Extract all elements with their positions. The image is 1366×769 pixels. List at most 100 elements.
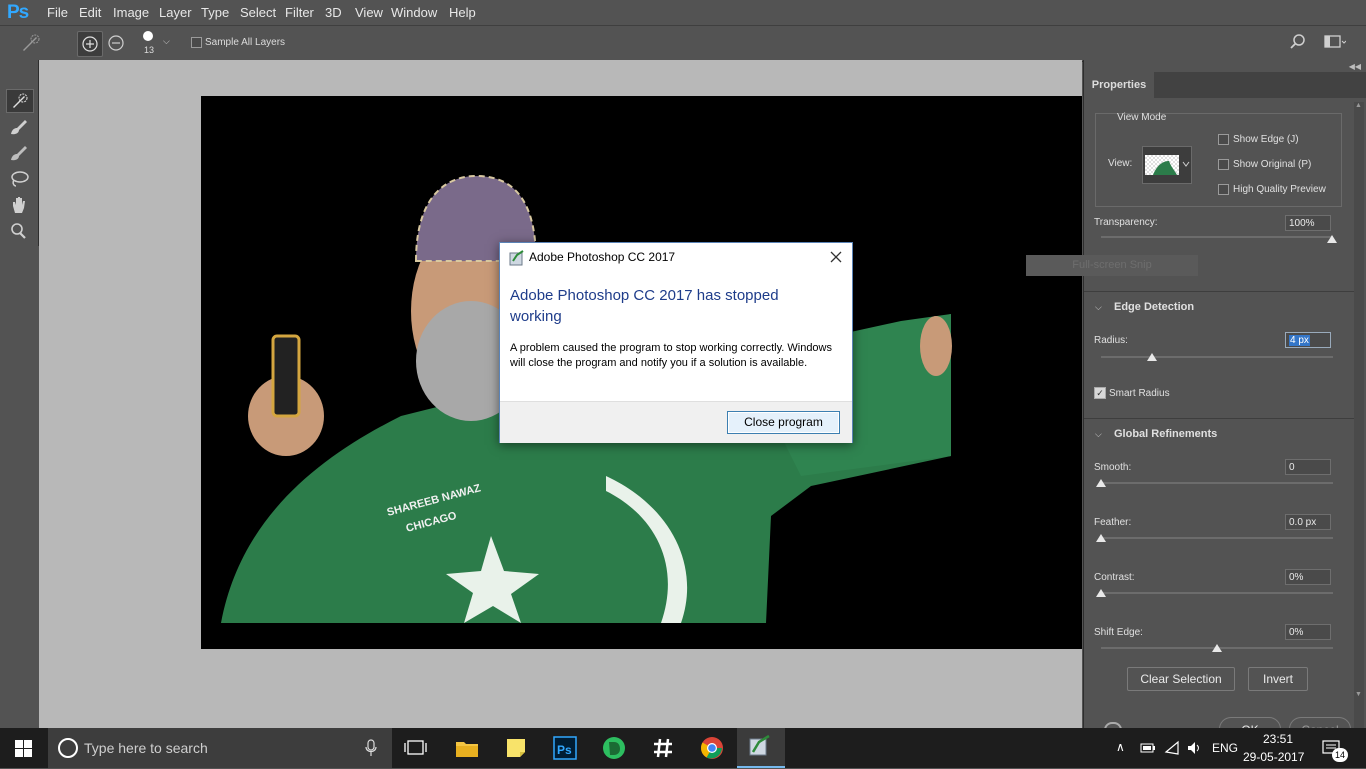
feather-slider-track[interactable]: [1101, 537, 1333, 539]
dialog-title: Adobe Photoshop CC 2017: [529, 250, 676, 264]
svg-text:Ps: Ps: [557, 743, 572, 757]
menu-select[interactable]: Select: [240, 5, 276, 20]
global-refinements-title: Global Refinements: [1114, 428, 1218, 440]
cortana-icon: [58, 738, 78, 758]
menu-layer[interactable]: Layer: [159, 5, 192, 20]
view-mode-dropdown[interactable]: [1142, 146, 1192, 184]
smooth-slider-track[interactable]: [1101, 482, 1333, 484]
menu-type[interactable]: Type: [201, 5, 229, 20]
smooth-slider-thumb[interactable]: [1096, 479, 1106, 487]
menu-image[interactable]: Image: [113, 5, 149, 20]
menu-window[interactable]: Window: [391, 5, 437, 20]
photoshop-logo: Ps: [7, 2, 29, 23]
windows-start-icon[interactable]: [15, 740, 33, 761]
smooth-label: Smooth:: [1094, 462, 1132, 473]
search-icon[interactable]: [1289, 33, 1307, 54]
language-indicator[interactable]: ENG: [1212, 741, 1238, 755]
file-explorer-icon[interactable]: [453, 734, 481, 762]
transparency-slider-track[interactable]: [1101, 236, 1333, 238]
evernote-icon[interactable]: [600, 734, 628, 762]
refine-edge-brush-icon[interactable]: [6, 116, 32, 138]
notification-badge: 14: [1332, 748, 1348, 762]
sample-all-layers-checkbox[interactable]: [191, 37, 202, 48]
chevron-down-icon[interactable]: ⌵: [1095, 429, 1102, 440]
brush-tip-icon[interactable]: [143, 31, 153, 41]
collapse-panel-icon[interactable]: ◀◀: [1349, 62, 1361, 71]
close-program-button[interactable]: Close program: [727, 411, 840, 434]
brush-tool-icon[interactable]: [6, 142, 32, 164]
clock-date[interactable]: 29-05-2017: [1243, 750, 1304, 764]
menu-help[interactable]: Help: [449, 5, 476, 20]
task-view-icon[interactable]: [404, 739, 428, 760]
menu-view[interactable]: View: [355, 5, 383, 20]
show-original-checkbox[interactable]: [1218, 159, 1229, 170]
panel-scrollbar[interactable]: ▲ ▼: [1354, 102, 1364, 728]
error-dialog: Adobe Photoshop CC 2017 Adobe Photoshop …: [499, 242, 853, 443]
menu-edit[interactable]: Edit: [79, 5, 101, 20]
menu-filter[interactable]: Filter: [285, 5, 314, 20]
snip-ghost-text: Full-screen Snip: [1026, 255, 1198, 276]
microphone-icon[interactable]: [365, 739, 377, 760]
dialog-heading: Adobe Photoshop CC 2017 has stopped work…: [510, 287, 779, 325]
options-bar: 13 ⌵ Sample All Layers: [0, 25, 1366, 62]
contrast-slider-thumb[interactable]: [1096, 589, 1106, 597]
dialog-footer: Close program: [500, 401, 852, 443]
high-quality-preview-label: High Quality Preview: [1233, 184, 1326, 195]
taskbar: Type here to search Ps ∧ ENG 23:51 29-05…: [0, 728, 1366, 768]
clear-selection-button[interactable]: Clear Selection: [1127, 667, 1235, 691]
high-quality-preview-checkbox[interactable]: [1218, 184, 1229, 195]
show-edge-checkbox[interactable]: [1218, 134, 1229, 145]
refine-brush-preset-icon[interactable]: [18, 31, 42, 55]
invert-button[interactable]: Invert: [1248, 667, 1308, 691]
radius-slider-track[interactable]: [1101, 356, 1333, 358]
workspace-icon[interactable]: [1324, 34, 1347, 53]
transparency-label: Transparency:: [1094, 217, 1158, 228]
error-dialog-taskbar-item[interactable]: [737, 728, 785, 768]
battery-icon[interactable]: [1140, 742, 1156, 757]
clock-time[interactable]: 23:51: [1263, 732, 1293, 746]
subtract-from-selection-icon[interactable]: [104, 31, 128, 55]
sticky-notes-icon[interactable]: [502, 734, 530, 762]
contrast-label: Contrast:: [1094, 572, 1135, 583]
menu-bar: Ps File Edit Image Layer Type Select Fil…: [0, 0, 1366, 25]
lasso-tool-icon[interactable]: [6, 168, 32, 190]
feather-slider-thumb[interactable]: [1096, 534, 1106, 542]
smooth-input[interactable]: 0: [1285, 459, 1331, 475]
radius-value-selected: 4 px: [1289, 335, 1310, 346]
chevron-down-icon[interactable]: ⌵: [1095, 302, 1102, 313]
smart-radius-checkbox[interactable]: ✓: [1094, 387, 1106, 399]
chevron-down-icon[interactable]: ⌵: [163, 36, 170, 47]
add-to-selection-icon[interactable]: [77, 31, 103, 57]
tab-properties[interactable]: Properties: [1084, 72, 1154, 98]
shift-edge-input[interactable]: 0%: [1285, 624, 1331, 640]
transparency-slider-thumb[interactable]: [1327, 235, 1337, 243]
show-original-label: Show Original (P): [1233, 159, 1312, 170]
menu-3d[interactable]: 3D: [325, 5, 342, 20]
chevron-up-icon[interactable]: ∧: [1116, 740, 1125, 754]
photoshop-taskbar-icon[interactable]: Ps: [551, 734, 579, 762]
feather-input[interactable]: 0.0 px: [1285, 514, 1331, 530]
radius-input[interactable]: 4 px: [1285, 332, 1331, 348]
brush-size-value: 13: [144, 45, 155, 55]
transparency-input[interactable]: 100%: [1285, 215, 1331, 231]
tools-panel: [0, 60, 39, 246]
wifi-icon[interactable]: [1164, 740, 1180, 759]
sample-all-layers-label: Sample All Layers: [205, 37, 286, 48]
volume-icon[interactable]: [1186, 740, 1202, 759]
zoom-tool-icon[interactable]: [6, 220, 32, 242]
contrast-input[interactable]: 0%: [1285, 569, 1331, 585]
quick-selection-tool-icon[interactable]: [6, 89, 34, 113]
menu-file[interactable]: File: [47, 5, 68, 20]
slack-icon[interactable]: [649, 734, 677, 762]
shift-edge-slider-thumb[interactable]: [1212, 644, 1222, 652]
feather-label: Feather:: [1094, 517, 1132, 528]
dialog-body: A problem caused the program to stop wor…: [510, 342, 832, 369]
taskbar-search-box[interactable]: Type here to search: [48, 728, 392, 768]
close-icon[interactable]: [826, 247, 846, 267]
photoshop-app-icon: [509, 250, 525, 269]
chrome-icon[interactable]: [698, 734, 726, 762]
show-edge-label: Show Edge (J): [1233, 134, 1299, 145]
contrast-slider-track[interactable]: [1101, 592, 1333, 594]
hand-tool-icon[interactable]: [6, 194, 32, 216]
radius-slider-thumb[interactable]: [1147, 353, 1157, 361]
